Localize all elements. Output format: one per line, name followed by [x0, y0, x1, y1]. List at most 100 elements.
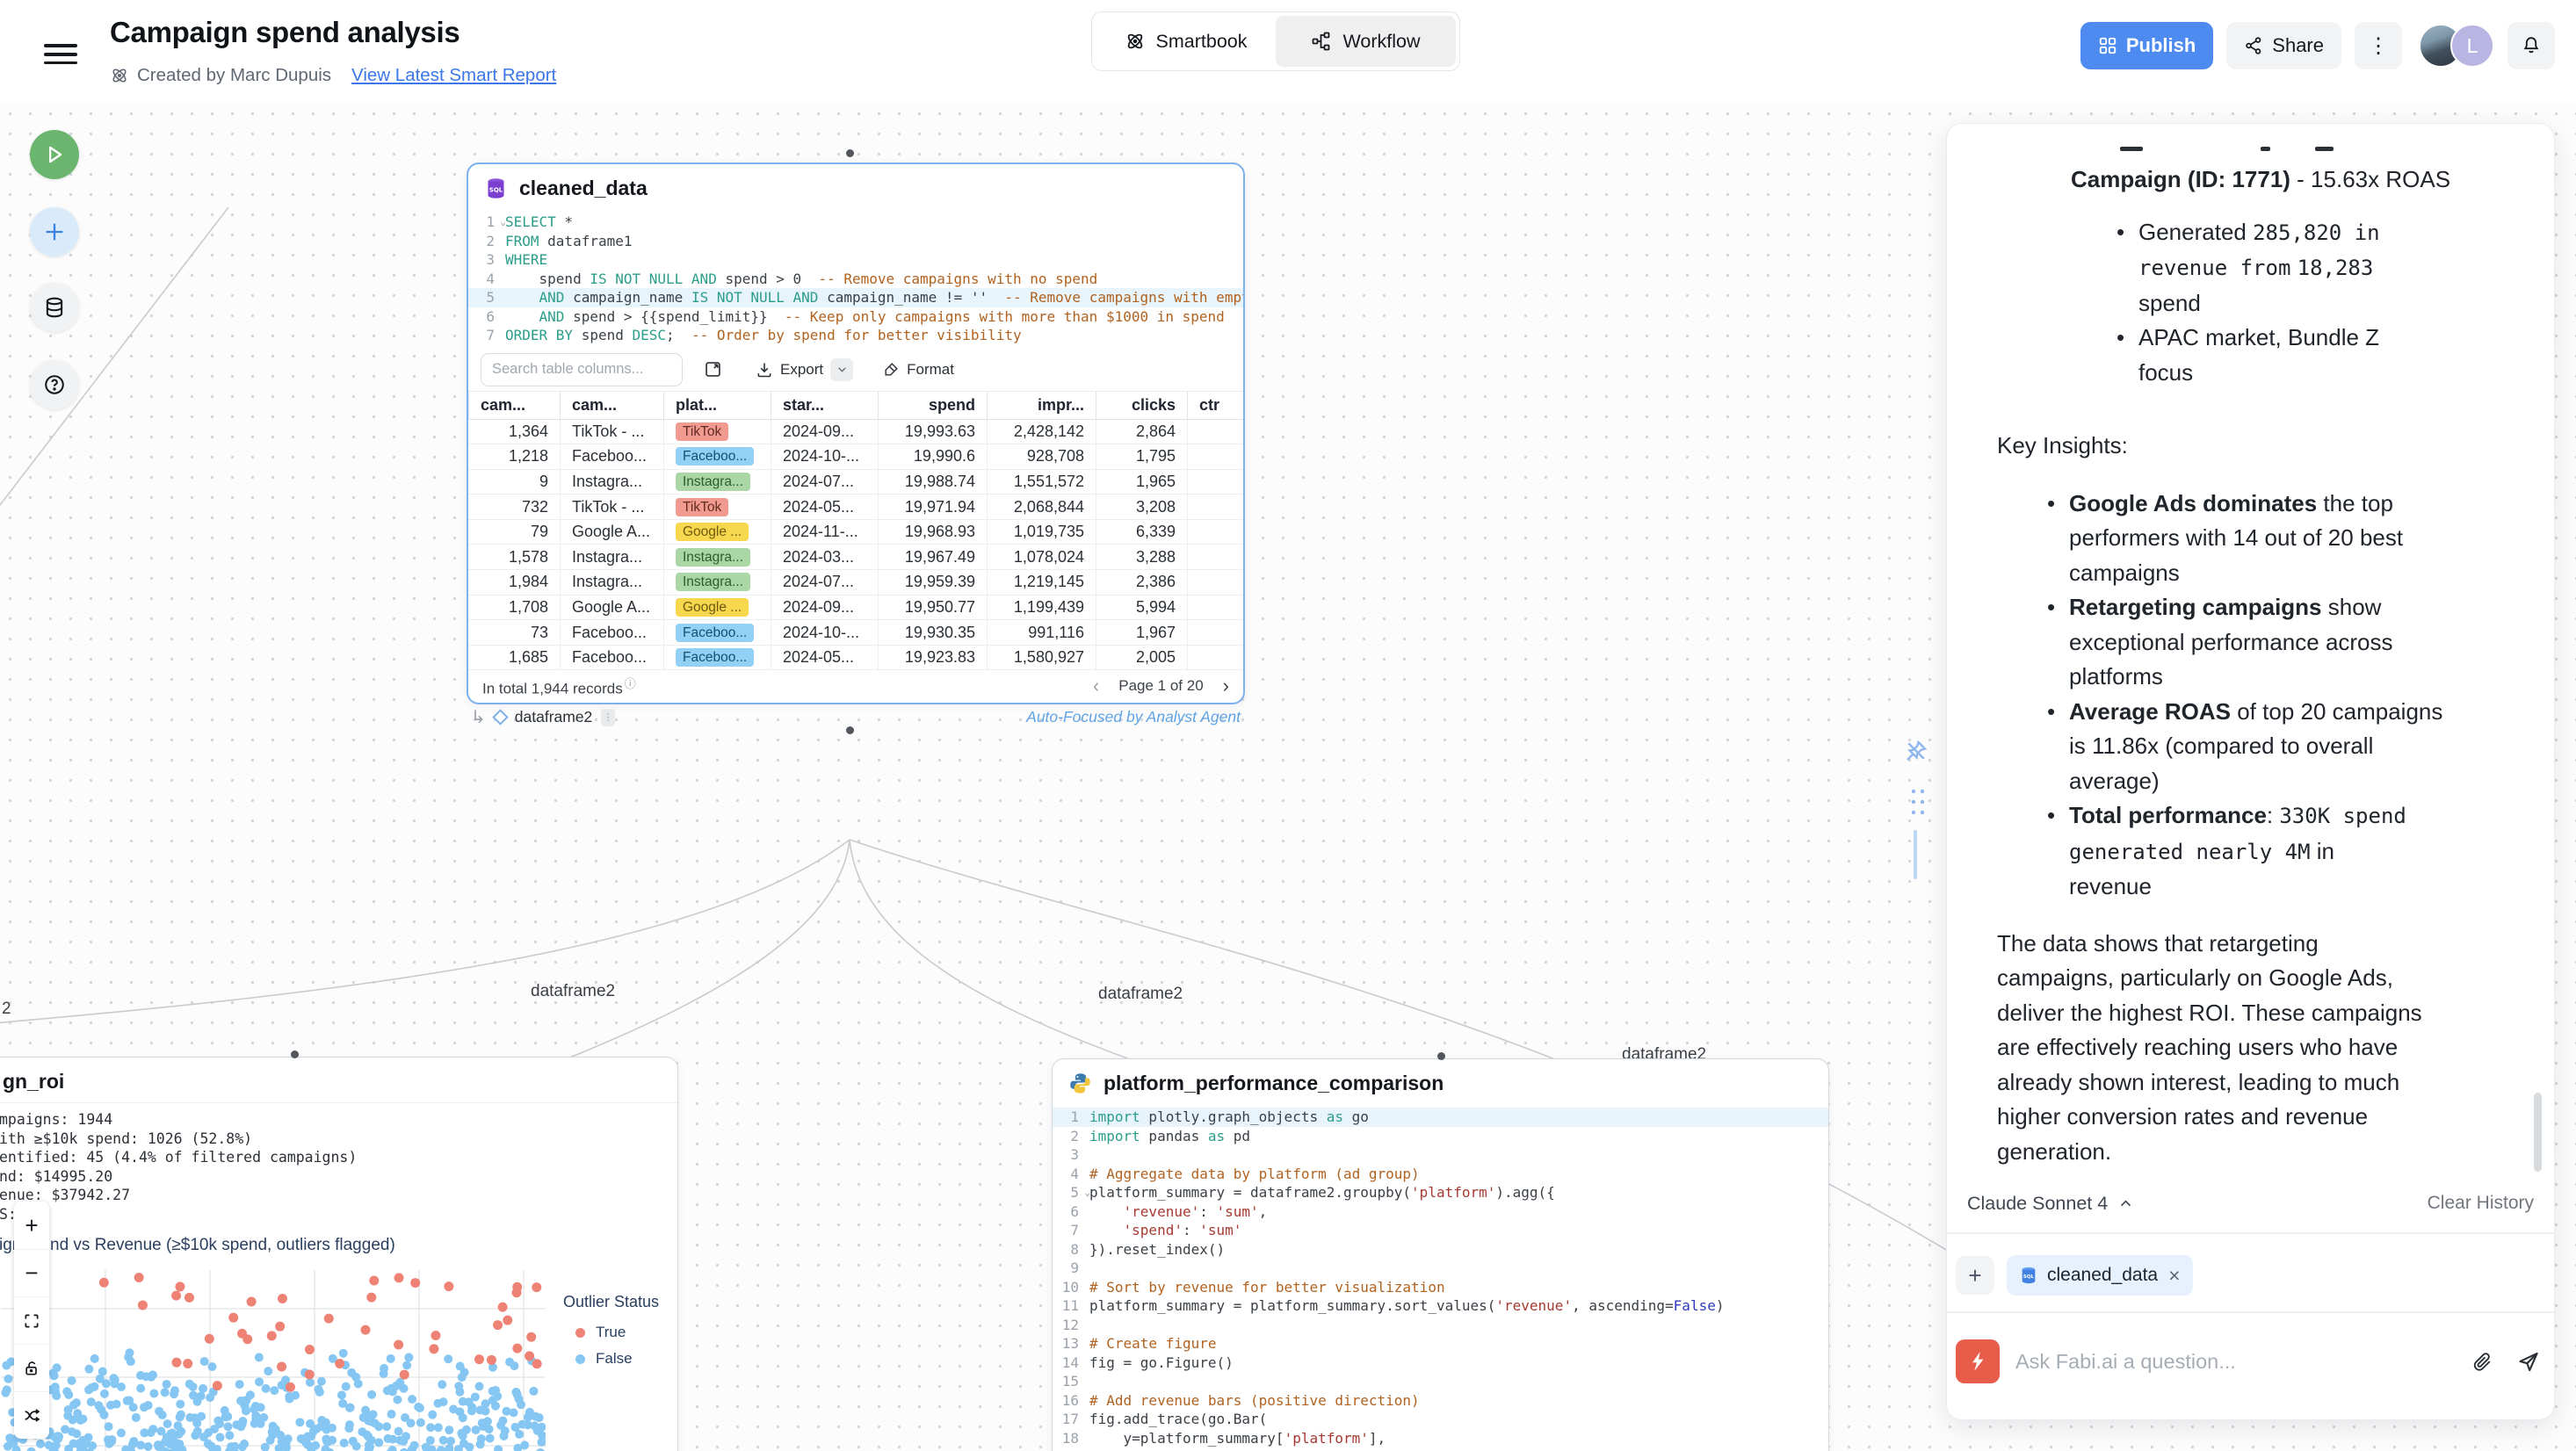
remove-context-icon[interactable]: ×: [2168, 1264, 2180, 1288]
code-line: 6 AND spend > {{spend_limit}} -- Keep on…: [468, 307, 1243, 327]
menu-icon[interactable]: [44, 39, 77, 69]
panel-resize-handle[interactable]: [1914, 830, 1917, 879]
context-chip-cleaned-data[interactable]: SQL cleaned_data ×: [2007, 1255, 2193, 1296]
model-selector[interactable]: Claude Sonnet 4: [1967, 1193, 2133, 1215]
notifications-button[interactable]: [2507, 22, 2555, 69]
column-header[interactable]: star...: [771, 392, 878, 419]
platform-badge: Faceboo...: [676, 648, 754, 667]
node-input-port[interactable]: [846, 149, 854, 157]
column-header[interactable]: plat...: [663, 392, 771, 419]
node-platform-performance-comparison[interactable]: platform_performance_comparison 1import …: [1052, 1058, 1829, 1451]
node-output-port[interactable]: [846, 726, 854, 734]
zoom-out-button[interactable]: −: [14, 1249, 49, 1296]
table-row[interactable]: 1,364TikTok - ...TikTok2024-09...19,993.…: [468, 420, 1243, 445]
legend-item-false[interactable]: False: [575, 1350, 659, 1368]
prev-page-button[interactable]: ‹: [1093, 676, 1099, 696]
tab-workflow[interactable]: Workflow: [1276, 16, 1456, 67]
share-button[interactable]: Share: [2226, 22, 2341, 69]
add-context-button[interactable]: +: [1956, 1256, 1994, 1295]
table-cell: Google ...: [663, 596, 771, 620]
view-smart-report-link[interactable]: View Latest Smart Report: [351, 65, 556, 86]
page-title: Campaign spend analysis: [110, 16, 459, 49]
table-cell: 732: [468, 494, 560, 519]
table-row[interactable]: 732TikTok - ...TikTok2024-05...19,971.94…: [468, 494, 1243, 520]
unpin-panel-icon[interactable]: [1903, 738, 1929, 764]
table-row[interactable]: 1,578Instagra...Instagra...2024-03...19,…: [468, 545, 1243, 570]
add-node-button[interactable]: [30, 207, 79, 256]
node-header[interactable]: SQL cleaned_data: [468, 164, 1243, 209]
table-cell: 991,116: [987, 620, 1096, 645]
node-input-port[interactable]: [1437, 1052, 1445, 1060]
platform-badge: TikTok: [676, 422, 728, 441]
export-button[interactable]: Export: [756, 358, 853, 381]
publish-button[interactable]: Publish: [2080, 22, 2213, 69]
column-header[interactable]: cam...: [560, 392, 663, 419]
platform-badge: Google ...: [676, 598, 749, 617]
fullscreen-button[interactable]: [14, 1296, 49, 1344]
panel-drag-handle[interactable]: [1908, 787, 1928, 817]
next-page-button[interactable]: ›: [1223, 676, 1229, 696]
legend-item-true[interactable]: True: [575, 1324, 659, 1341]
sql-editor[interactable]: 1⌄SELECT *2FROM dataframe13WHERE4 spend …: [468, 209, 1243, 349]
table-row[interactable]: 1,218Faceboo...Faceboo...2024-10-...19,9…: [468, 444, 1243, 470]
bell-icon: [2521, 35, 2542, 56]
table-cell: Instagra...: [663, 570, 771, 595]
table-cell: [1187, 494, 1245, 519]
help-button[interactable]: [30, 360, 79, 409]
code-line: 7 'spend': 'sum': [1053, 1221, 1828, 1240]
table-cell: Faceboo...: [663, 646, 771, 670]
format-button[interactable]: Format: [883, 361, 954, 379]
code-line: 4 spend IS NOT NULL AND spend > 0 -- Rem…: [468, 270, 1243, 289]
table-row[interactable]: 79Google A...Google ...2024-11-...19,968…: [468, 520, 1243, 545]
run-workflow-button[interactable]: [30, 130, 79, 179]
assistant-response: Campaign (ID: 1771) - 15.63x ROAS Genera…: [1947, 124, 2554, 1184]
table-cell: 2,386: [1096, 570, 1187, 595]
kebab-menu-icon: ⋮: [2368, 33, 2389, 59]
code-line: 12: [1053, 1316, 1828, 1335]
node-campaign-roi[interactable]: gn_roi mpaigns: 1944ith ≥$10k spend: 102…: [0, 1057, 678, 1451]
zoom-in-button[interactable]: +: [14, 1202, 49, 1249]
attachment-icon[interactable]: [2471, 1351, 2493, 1373]
send-icon[interactable]: [2516, 1350, 2540, 1374]
dataframe-drag-handle[interactable]: ⋮: [601, 709, 615, 726]
table-row[interactable]: 73Faceboo...Faceboo...2024-10-...19,930.…: [468, 620, 1243, 646]
shuffle-button[interactable]: [14, 1391, 49, 1439]
node-cleaned-data[interactable]: SQL cleaned_data 1⌄SELECT *2FROM datafra…: [467, 162, 1245, 704]
console-line: enue: $37942.27: [0, 1186, 677, 1205]
column-header[interactable]: clicks: [1096, 392, 1187, 419]
node-input-port[interactable]: [291, 1050, 299, 1058]
table-row[interactable]: 1,685Faceboo...Faceboo...2024-05...19,92…: [468, 646, 1243, 671]
table-row[interactable]: 1,984Instagra...Instagra...2024-07...19,…: [468, 570, 1243, 596]
more-options-button[interactable]: ⋮: [2355, 22, 2402, 69]
column-header[interactable]: spend: [878, 392, 987, 419]
assistant-panel: Campaign (ID: 1771) - 15.63x ROAS Genera…: [1946, 123, 2555, 1420]
column-header[interactable]: cam...: [468, 392, 560, 419]
panel-scrollbar[interactable]: [2534, 1093, 2542, 1172]
python-editor[interactable]: 1import plotly.graph_objects as go2impor…: [1053, 1104, 1828, 1451]
avatar[interactable]: L: [2450, 24, 2494, 68]
tab-smartbook[interactable]: Smartbook: [1096, 16, 1276, 67]
table-cell: Google A...: [560, 520, 663, 545]
table-cell: 1,078,024: [987, 545, 1096, 569]
table-row[interactable]: 1,708Google A...Google ...2024-09...19,9…: [468, 596, 1243, 621]
export-options-chevron[interactable]: [830, 358, 853, 381]
insights-list: Google Ads dominates the top performers …: [2045, 487, 2463, 905]
code-line: 18 y=platform_summary['platform'],: [1053, 1429, 1828, 1448]
platform-badge: Instagra...: [676, 573, 750, 591]
table-cell: [1187, 444, 1245, 469]
output-dataframe-label[interactable]: dataframe2: [515, 708, 593, 726]
data-sources-button[interactable]: [30, 283, 79, 332]
chart-legend[interactable]: Outlier Status True False: [563, 1293, 659, 1368]
plot-zoom-toolbar: + −: [14, 1202, 49, 1439]
column-header[interactable]: ctr: [1187, 392, 1245, 419]
search-table-columns-input[interactable]: [481, 353, 683, 386]
table-row[interactable]: 9Instagra...Instagra...2024-07...19,988.…: [468, 470, 1243, 495]
clear-history-button[interactable]: Clear History: [2428, 1193, 2534, 1214]
expand-table-icon[interactable]: [704, 360, 722, 379]
ask-question-input[interactable]: [2015, 1350, 2456, 1374]
insight-item: Average ROAS of top 20 campaigns is 11.8…: [2045, 695, 2463, 799]
column-header[interactable]: impr...: [987, 392, 1096, 419]
platform-badge: TikTok: [676, 498, 728, 516]
lock-axes-button[interactable]: [14, 1344, 49, 1391]
table-cell: TikTok: [663, 494, 771, 519]
